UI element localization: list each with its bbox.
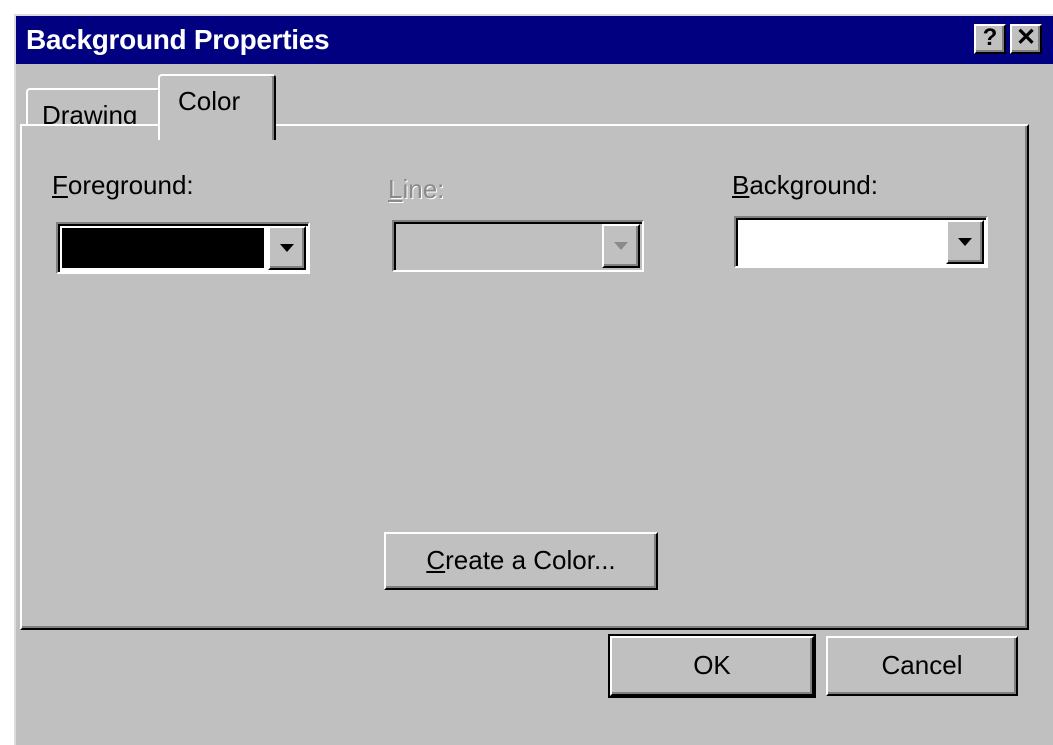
help-button[interactable]: ? (974, 24, 1006, 54)
create-a-color-button[interactable]: Create a Color... (384, 532, 658, 590)
background-label: Background: (732, 170, 878, 200)
chevron-down-icon (958, 238, 972, 246)
ok-button[interactable]: OK (608, 634, 816, 698)
line-label: Line: (388, 174, 445, 204)
chevron-down-icon (614, 242, 628, 250)
background-dropdown-button[interactable] (946, 220, 984, 264)
cancel-button[interactable]: Cancel (826, 636, 1018, 696)
line-dropdown-button (602, 224, 640, 268)
dialog-title: Background Properties (26, 24, 330, 55)
background-color-dropdown[interactable] (734, 216, 988, 268)
title-bar[interactable]: Background Properties ? ✕ (16, 16, 1053, 64)
background-color-swatch (740, 222, 942, 262)
chevron-down-icon (280, 244, 294, 252)
tab-color[interactable]: Color (158, 74, 276, 140)
foreground-color-swatch (62, 228, 264, 268)
line-color-dropdown (392, 220, 644, 272)
tab-color-label: Color (178, 86, 241, 116)
foreground-color-dropdown[interactable] (56, 222, 310, 274)
close-button[interactable]: ✕ (1010, 24, 1042, 54)
foreground-label: Foreground: (52, 170, 194, 200)
foreground-dropdown-button[interactable] (268, 226, 306, 270)
